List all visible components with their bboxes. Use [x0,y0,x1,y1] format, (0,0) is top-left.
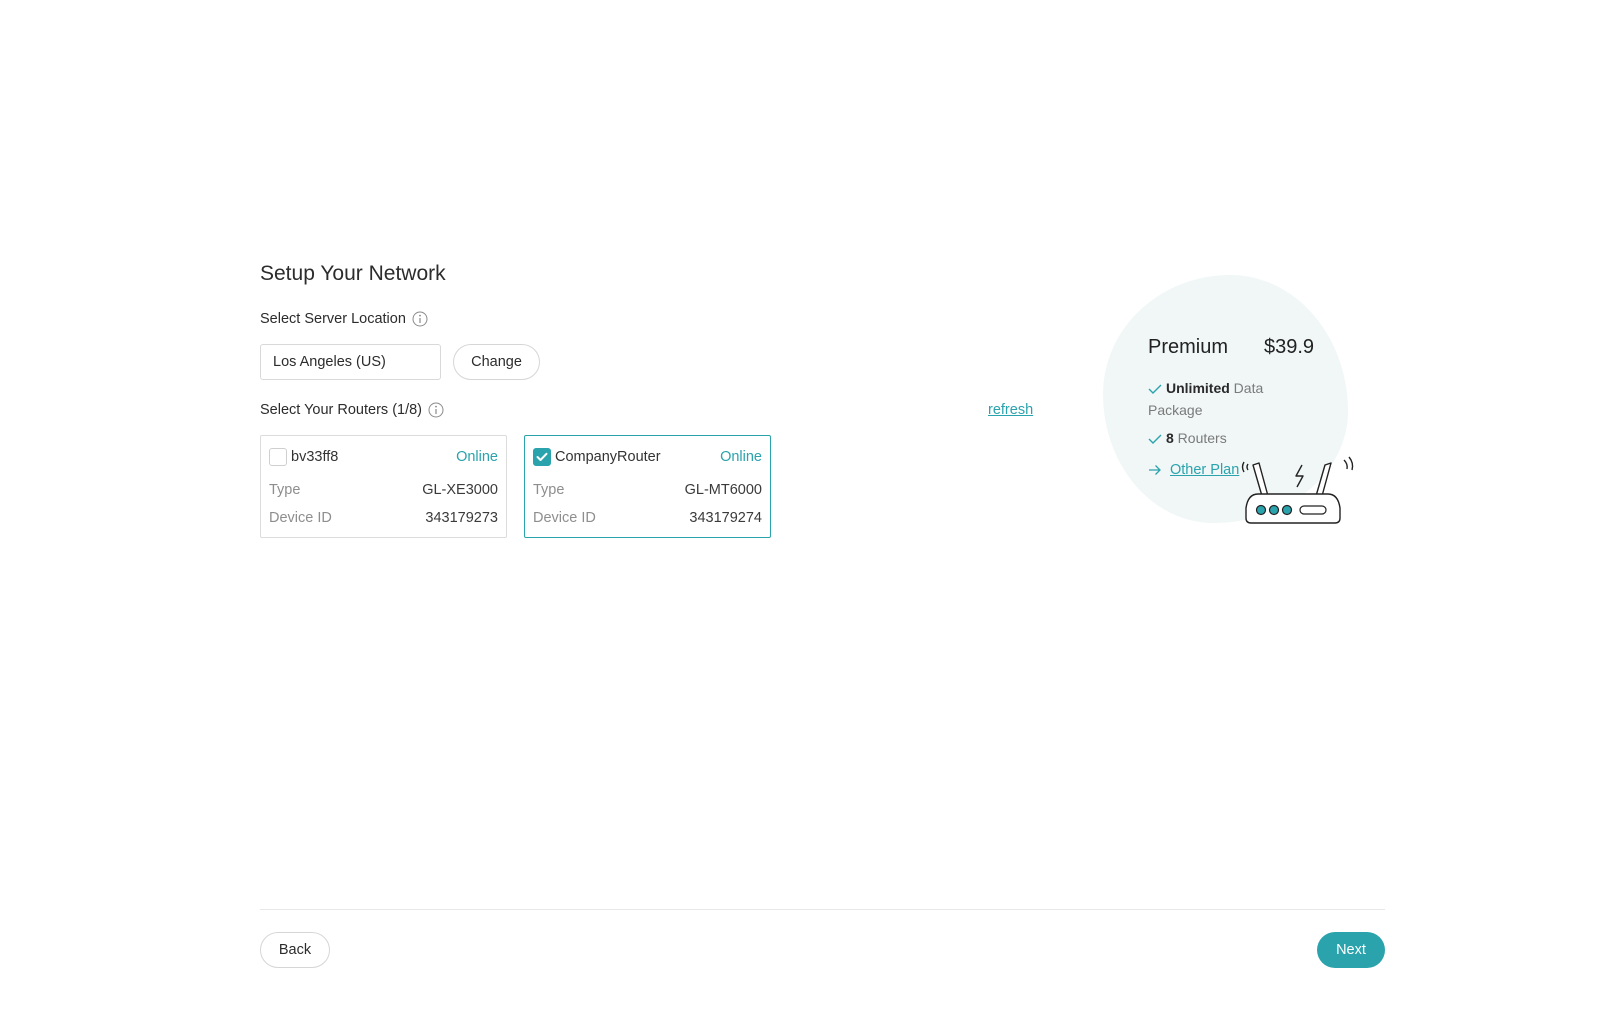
server-location-input[interactable] [260,344,441,380]
check-icon [1148,384,1162,395]
next-button[interactable]: Next [1317,932,1385,968]
router-name: CompanyRouter [555,449,661,465]
other-plan-link[interactable]: Other Plan [1148,462,1239,478]
router-type-value: GL-XE3000 [422,482,498,498]
router-name: bv33ff8 [291,449,339,465]
router-device-id-value: 343179273 [425,510,498,526]
plan-feature-routers: 8 Routers [1148,427,1227,449]
router-status: Online [720,449,762,465]
setup-network-page: Setup Your Network Select Server Locatio… [0,0,1604,1012]
router-device-id-row: Device ID 343179273 [269,510,498,526]
router-device-id-row: Device ID 343179274 [533,510,762,526]
router-type-label: Type [269,482,301,498]
routers-label-row: Select Your Routers (1/8) [260,402,444,418]
router-type-row: Type GL-XE3000 [269,482,498,498]
router-device-id-value: 343179274 [689,510,762,526]
plan-feature-data: Unlimited Data Package [1148,377,1263,421]
routers-label: Select Your Routers (1/8) [260,402,423,418]
feature-routers-bold: 8 [1166,430,1174,446]
feature-data-bold: Unlimited [1166,380,1230,396]
router-type-row: Type GL-MT6000 [533,482,762,498]
router-status: Online [456,449,498,465]
router-device-id-label: Device ID [269,510,332,526]
info-icon[interactable] [428,402,444,418]
router-checkbox[interactable] [269,448,287,466]
feature-routers-text: Routers [1173,430,1227,446]
router-card-header: bv33ff8 Online [269,447,498,467]
other-plan-label: Other Plan [1170,462,1240,478]
router-device-id-label: Device ID [533,510,596,526]
plan-price: $39.9 [1264,336,1315,358]
change-location-button[interactable]: Change [453,344,540,380]
back-button[interactable]: Back [260,932,330,968]
footer-divider [260,909,1385,910]
refresh-link[interactable]: refresh [988,402,1033,418]
router-illustration-icon [1241,456,1354,524]
router-card-companyrouter[interactable]: CompanyRouter Online Type GL-MT6000 Devi… [524,435,771,538]
plan-name: Premium [1148,336,1229,358]
page-title: Setup Your Network [260,262,446,285]
check-icon [1148,434,1162,445]
arrow-right-icon [1149,465,1161,475]
feature-data-text: Data [1229,380,1264,396]
router-type-value: GL-MT6000 [684,482,762,498]
server-location-label: Select Server Location [260,311,406,327]
router-card-bv33ff8[interactable]: bv33ff8 Online Type GL-XE3000 Device ID … [260,435,507,538]
feature-data-text-2: Package [1148,402,1203,418]
router-type-label: Type [533,482,565,498]
router-checkbox-checked[interactable] [533,448,551,466]
info-icon[interactable] [412,311,428,327]
router-card-header: CompanyRouter Online [533,447,762,467]
checkmark-icon [536,452,548,461]
server-location-label-row: Select Server Location [260,311,428,327]
